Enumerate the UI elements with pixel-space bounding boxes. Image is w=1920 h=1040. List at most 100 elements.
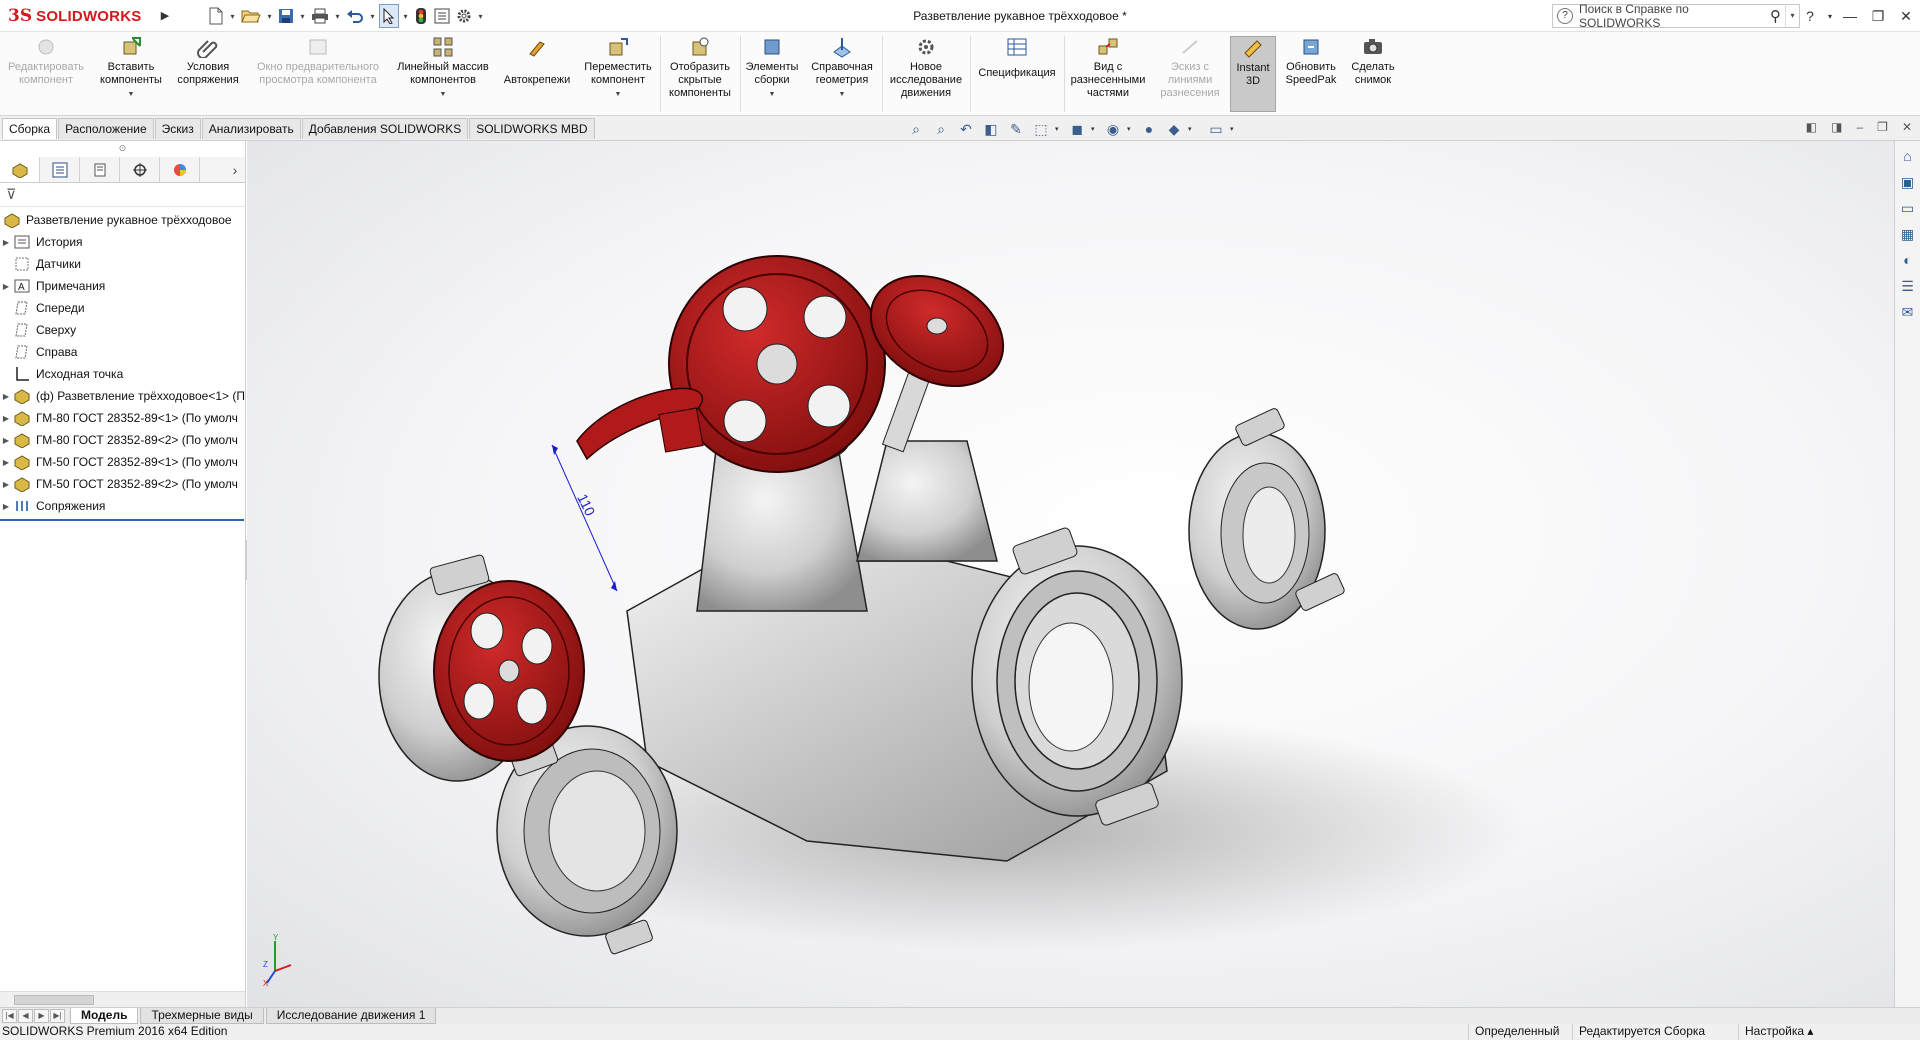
hide-show-items-icon[interactable]: ◉ <box>1102 119 1124 139</box>
new-dropdown-icon[interactable]: ▾ <box>228 4 237 28</box>
select-pointer-icon[interactable] <box>379 4 399 28</box>
tree-item[interactable]: Спереди <box>0 297 245 319</box>
hide-show-dropdown-icon[interactable]: ▾ <box>1127 125 1135 133</box>
restore-icon[interactable]: ❐ <box>1864 0 1892 32</box>
file-properties-icon[interactable] <box>432 4 452 28</box>
display-style-icon[interactable]: ◼ <box>1066 119 1088 139</box>
view-orientation-icon[interactable]: ⬚ <box>1030 119 1052 139</box>
update-speedpak-button[interactable]: Обновить SpeedPak <box>1280 36 1342 112</box>
show-hidden-components-button[interactable]: Отобразить скрытые компоненты <box>662 36 738 112</box>
display-manager-icon[interactable] <box>160 157 200 182</box>
explode-line-sketch-button[interactable]: Эскиз с линиями разнесения <box>1152 36 1228 112</box>
tree-item[interactable]: Сверху <box>0 319 245 341</box>
help-search-placeholder[interactable]: Поиск в Справке по SOLIDWORKS <box>1579 2 1770 30</box>
tree-item[interactable]: ▶ Сопряжения <box>0 495 245 517</box>
tab-sketch[interactable]: Эскиз <box>154 118 201 139</box>
dimension-110[interactable]: 110 <box>551 444 618 592</box>
first-tab-arrow-icon[interactable]: |◀ <box>2 1009 17 1023</box>
solidworks-forum-icon[interactable]: ✉ <box>1897 301 1919 323</box>
tab-layout[interactable]: Расположение <box>58 118 154 139</box>
tab-motion-study[interactable]: Исследование движения 1 <box>265 1008 437 1024</box>
view-settings-monitor-icon[interactable]: ▭ <box>1205 119 1227 139</box>
zoom-to-area-icon[interactable]: ⌕ <box>930 119 952 139</box>
viewport-close-icon[interactable]: ✕ <box>1902 120 1912 134</box>
view-settings-dropdown-icon[interactable]: ▾ <box>1230 125 1238 133</box>
tree-item[interactable]: ▶ A Примечания <box>0 275 245 297</box>
reference-geometry-button[interactable]: Справочная геометрия ▼ <box>804 36 880 112</box>
viewport-restore-icon[interactable]: ❐ <box>1877 120 1888 134</box>
solidworks-logo[interactable]: 3S SOLIDWORKS <box>8 4 156 28</box>
solidworks-resources-home-icon[interactable]: ⌂ <box>1897 145 1919 167</box>
move-component-button[interactable]: Переместить компонент ▼ <box>578 36 658 112</box>
expand-arrow-icon[interactable]: ▶ <box>0 392 12 401</box>
tree-root-assembly[interactable]: Разветвление рукавное трёхходовое <box>0 209 245 231</box>
close-icon[interactable]: ✕ <box>1892 0 1920 32</box>
status-units-custom[interactable]: Настройка ▴ <box>1738 1024 1858 1040</box>
undo-dropdown-icon[interactable]: ▾ <box>368 4 377 28</box>
tab-assembly[interactable]: Сборка <box>2 118 58 139</box>
tabs-scroll-right-icon[interactable]: › <box>225 162 245 178</box>
linear-pattern-dropdown-icon[interactable]: ▼ <box>440 88 447 101</box>
tab-model[interactable]: Модель <box>70 1008 139 1024</box>
smart-fasteners-button[interactable]: Автокрепежи <box>498 36 576 112</box>
scrollbar-thumb[interactable] <box>14 995 94 1005</box>
print-icon[interactable] <box>309 4 331 28</box>
featuremanager-tree-icon[interactable] <box>0 157 40 182</box>
tree-item[interactable]: ▶ ГМ-80 ГОСТ 28352-89<1> (По умолч <box>0 407 245 429</box>
expand-arrow-icon[interactable]: ▶ <box>0 480 12 489</box>
help-search-box[interactable]: ? Поиск в Справке по SOLIDWORKS ⚲ ▾ <box>1552 2 1800 30</box>
tree-item[interactable]: Датчики <box>0 253 245 275</box>
edit-appearance-icon[interactable]: ● <box>1138 119 1160 139</box>
move-component-dropdown-icon[interactable]: ▼ <box>615 88 622 101</box>
help-dropdown-icon[interactable]: ▾ <box>1824 0 1836 32</box>
select-dropdown-icon[interactable]: ▾ <box>401 4 410 28</box>
tree-item[interactable]: ▶ ГМ-80 ГОСТ 28352-89<2> (По умолч <box>0 429 245 451</box>
viewport-minimize-icon[interactable]: – <box>1856 120 1863 134</box>
tree-item[interactable]: ▶ ГМ-50 ГОСТ 28352-89<2> (По умолч <box>0 473 245 495</box>
next-tab-arrow-icon[interactable]: ▶ <box>34 1009 49 1023</box>
tab-mbd[interactable]: SOLIDWORKS MBD <box>469 118 595 139</box>
file-explorer-folder-icon[interactable]: ▭ <box>1897 197 1919 219</box>
property-manager-icon[interactable] <box>40 157 80 182</box>
tab-3d-views[interactable]: Трехмерные виды <box>140 1008 264 1024</box>
appearances-scenes-icon[interactable]: ◐ <box>1897 249 1919 271</box>
tab-addins[interactable]: Добавления SOLIDWORKS <box>301 118 469 139</box>
small-handwheel[interactable] <box>433 580 585 762</box>
view-palette-icon[interactable]: ▦ <box>1897 223 1919 245</box>
reference-geometry-dropdown-icon[interactable]: ▼ <box>839 88 846 101</box>
component-preview-button[interactable]: Окно предварительного просмотра компонен… <box>248 36 388 112</box>
panel-horizontal-scrollbar[interactable] <box>0 991 245 1007</box>
exploded-view-button[interactable]: Вид с разнесенными частями <box>1066 36 1150 112</box>
options-gear-icon[interactable] <box>454 4 474 28</box>
tab-evaluate[interactable]: Анализировать <box>201 118 301 139</box>
bom-button[interactable]: Спецификация <box>972 36 1062 112</box>
mate-button[interactable]: Условия сопряжения <box>172 36 244 112</box>
configuration-manager-icon[interactable] <box>80 157 120 182</box>
tree-item[interactable]: ▶ (ф) Разветвление трёхходовое<1> (По <box>0 385 245 407</box>
assembly-features-dropdown-icon[interactable]: ▼ <box>769 88 776 101</box>
insert-components-button[interactable]: Вставить компоненты ▼ <box>92 36 170 112</box>
open-document-icon[interactable] <box>239 4 263 28</box>
instant3d-button[interactable]: Instant 3D <box>1230 36 1276 112</box>
help-icon[interactable]: ? <box>1796 0 1824 32</box>
new-document-icon[interactable] <box>206 4 226 28</box>
insert-components-dropdown-icon[interactable]: ▼ <box>128 88 135 101</box>
undo-icon[interactable] <box>344 4 366 28</box>
tree-item[interactable]: ▶ ГМ-50 ГОСТ 28352-89<1> (По умолч <box>0 451 245 473</box>
tree-item[interactable]: Исходная точка <box>0 363 245 385</box>
section-view-icon[interactable]: ◧ <box>980 119 1002 139</box>
expand-arrow-icon[interactable]: ▶ <box>0 436 12 445</box>
take-snapshot-button[interactable]: Сделать снимок <box>1344 36 1402 112</box>
rebuild-icon[interactable] <box>412 4 430 28</box>
tree-filter[interactable]: ⊽ <box>0 183 245 207</box>
expand-arrow-icon[interactable]: ▶ <box>0 458 12 467</box>
view-orientation-dropdown-icon[interactable]: ▾ <box>1055 125 1063 133</box>
search-icon[interactable]: ⚲ <box>1770 7 1781 25</box>
apply-scene-dropdown-icon[interactable]: ▾ <box>1188 125 1196 133</box>
assembly-3d-model[interactable]: 110 <box>247 141 1867 1007</box>
expand-arrow-icon[interactable]: ▶ <box>0 238 12 247</box>
print-dropdown-icon[interactable]: ▾ <box>333 4 342 28</box>
graphics-area[interactable]: 110 Y Z X <box>247 141 1894 1007</box>
panel-grip[interactable]: ⊙ <box>0 141 245 157</box>
linear-pattern-button[interactable]: Линейный массив компонентов ▼ <box>390 36 496 112</box>
